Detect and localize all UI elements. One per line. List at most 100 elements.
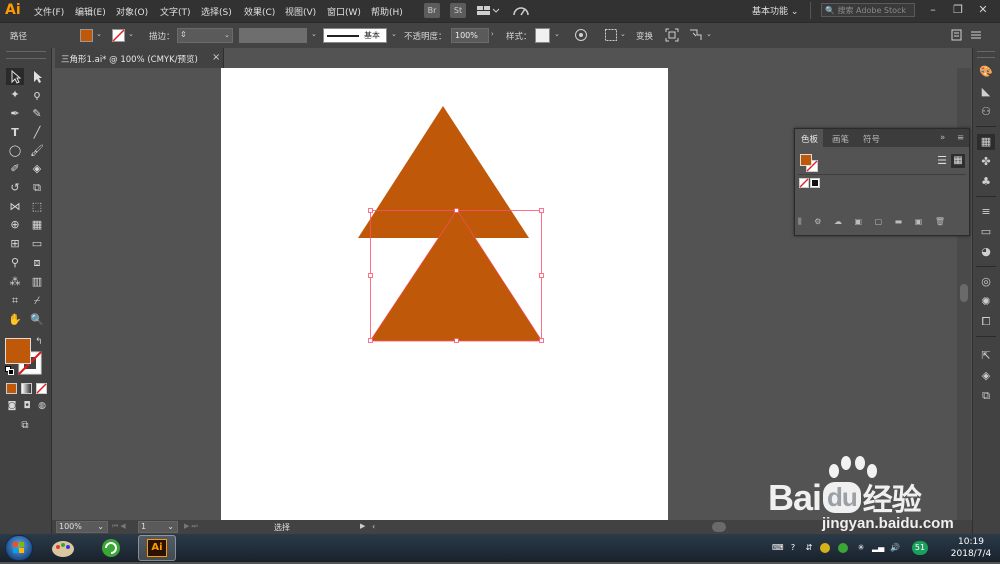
chevron-down-icon[interactable]: ⌄ (391, 30, 397, 38)
artboards-panel-icon[interactable]: ⧉ (977, 388, 995, 404)
menu-effect[interactable]: 效果(C) (244, 5, 275, 18)
tab-symbols[interactable]: 符号 (863, 133, 880, 145)
notification-badge[interactable]: 51 (912, 541, 928, 555)
clock-time[interactable]: 10:19 (947, 537, 995, 547)
recolor-artwork-icon[interactable] (574, 28, 588, 42)
menu-type[interactable]: 文字(T) (160, 5, 191, 18)
direct-selection-tool-icon[interactable] (28, 68, 46, 85)
transform-button[interactable]: 变换 (636, 30, 653, 42)
antivirus-tray-icon[interactable]: ✳ (856, 543, 866, 553)
color-panel-icon[interactable]: 🎨 (977, 64, 995, 80)
zoom-field[interactable]: 100% ⌄ (56, 521, 108, 533)
slice-tool-icon[interactable]: ⌿ (28, 292, 46, 309)
taskbar-360-app[interactable] (92, 535, 130, 561)
keyboard-tray-icon[interactable]: ⌨ (772, 543, 784, 553)
draw-inside-icon[interactable]: ◍ (33, 398, 51, 415)
scrollbar-thumb[interactable] (960, 284, 968, 302)
shape-builder-tool-icon[interactable]: ⊕ (6, 216, 24, 233)
close-window-icon[interactable]: ✕ (972, 2, 994, 18)
pen-tool-icon[interactable]: ✒ (6, 105, 24, 122)
taskbar-paint-app[interactable] (44, 535, 82, 561)
graphic-style-swatch[interactable] (535, 28, 550, 43)
none-mode-button[interactable] (36, 383, 47, 394)
transparency-panel-icon[interactable]: ◕ (977, 244, 995, 260)
bounding-handle[interactable] (368, 273, 373, 278)
menu-select[interactable]: 选择(S) (201, 5, 232, 18)
bridge-button[interactable]: Br (424, 3, 440, 18)
bounding-handle[interactable] (454, 338, 459, 343)
opacity-field[interactable]: 100% (451, 28, 489, 43)
chevron-down-icon[interactable]: ⌄ (224, 31, 230, 39)
shaper-tool-icon[interactable]: ✐ (6, 160, 24, 177)
triangle-top[interactable] (358, 106, 529, 238)
stock-search-input[interactable]: 🔍 搜索 Adobe Stock (821, 3, 915, 17)
clock-date[interactable]: 2018/7/4 (947, 549, 995, 559)
change-screen-mode-icon[interactable]: ⧉ (16, 417, 34, 434)
blend-tool-icon[interactable]: ⧈ (28, 254, 46, 271)
collapse-panel-icon[interactable]: » (940, 133, 945, 143)
swatch-none[interactable] (799, 178, 809, 188)
maximize-icon[interactable]: ❐ (947, 2, 969, 18)
selection-tool-icon[interactable] (6, 68, 24, 85)
swatches-panel-icon[interactable]: ▦ (977, 134, 995, 150)
panel-bottom-toolbar[interactable]: ⫼ ⚙ ☁ ▣ ▢ ▬ ▣ 🗑 (798, 217, 950, 227)
help-tray-icon[interactable]: ? (788, 543, 798, 553)
default-fill-stroke-icon[interactable] (5, 366, 14, 375)
magic-wand-tool-icon[interactable]: ✦ (6, 86, 24, 103)
taskbar-illustrator-app[interactable]: Ai (138, 535, 176, 561)
panel-grip[interactable] (977, 51, 995, 58)
status-menu-icon[interactable]: ▶ (360, 522, 365, 530)
column-graph-tool-icon[interactable]: ▥ (28, 273, 46, 290)
type-tool-icon[interactable]: T (6, 124, 24, 141)
chevron-down-icon[interactable]: ⌄ (97, 522, 104, 532)
zoom-tool-icon[interactable]: 🔍 (28, 311, 46, 328)
transform-options-icon[interactable] (688, 28, 702, 42)
ellipse-tool-icon[interactable]: ◯ (6, 142, 24, 159)
menu-view[interactable]: 视图(V) (285, 5, 316, 18)
paintbrush-tool-icon[interactable]: 🖌 (28, 142, 46, 159)
menu-object[interactable]: 对象(O) (116, 5, 148, 18)
chevron-down-icon[interactable]: ⌄ (128, 30, 134, 38)
brush-definition-field[interactable]: 基本 (323, 28, 387, 43)
bounding-handle[interactable] (539, 273, 544, 278)
eyedropper-tool-icon[interactable]: ⚲ (6, 254, 24, 271)
hand-tool-icon[interactable]: ✋ (6, 311, 24, 328)
artboard-number-field[interactable]: 1 ⌄ (138, 521, 178, 533)
artboard-nav-next[interactable]: ▶⏭ (184, 522, 200, 531)
libraries-icon[interactable]: ⚇ (977, 104, 995, 120)
eraser-tool-icon[interactable]: ◈ (28, 160, 46, 177)
stroke-weight-field[interactable]: ⇕ ⌄ (177, 28, 233, 43)
rotate-tool-icon[interactable]: ↺ (6, 179, 24, 196)
free-transform-tool-icon[interactable]: ⬚ (28, 198, 46, 215)
network-signal-icon[interactable]: ▂▄ (872, 543, 884, 553)
chevron-down-icon[interactable]: ⌄ (554, 30, 560, 38)
chevron-down-icon[interactable]: ⌄ (96, 30, 102, 38)
scale-tool-icon[interactable]: ⧉ (28, 179, 46, 196)
lasso-tool-icon[interactable]: ϙ (28, 86, 46, 103)
artboard[interactable] (221, 68, 668, 521)
graphic-styles-icon[interactable]: ✺ (977, 294, 995, 310)
menu-help[interactable]: 帮助(H) (371, 5, 403, 18)
curvature-tool-icon[interactable]: ✎ (28, 105, 46, 122)
app-tray-icon[interactable] (820, 543, 830, 553)
scroll-left-icon[interactable]: ‹ (372, 522, 375, 531)
gradient-mode-button[interactable] (21, 383, 32, 394)
security-tray-icon[interactable] (838, 543, 848, 553)
swap-fill-stroke-icon[interactable]: ↰ (35, 337, 43, 347)
bounding-handle[interactable] (454, 208, 459, 213)
width-tool-icon[interactable]: ⋈ (6, 198, 24, 215)
artboard-nav-prev[interactable]: ⏮◀ (112, 522, 128, 531)
appearance-panel-icon[interactable]: ◎ (977, 274, 995, 290)
fill-color-box[interactable] (5, 338, 31, 364)
color-mode-button[interactable] (6, 383, 17, 394)
swatch-registration[interactable] (810, 178, 820, 188)
chevron-down-icon[interactable]: ⌄ (311, 30, 317, 38)
input-method-tray-icon[interactable]: ⇵ (804, 543, 814, 553)
menu-edit[interactable]: 编辑(E) (75, 5, 106, 18)
gpu-performance-icon[interactable] (512, 3, 530, 18)
arrange-documents-icon[interactable] (476, 4, 500, 17)
isolate-object-icon[interactable] (665, 28, 679, 42)
tab-swatches[interactable]: 色板 (801, 133, 818, 145)
variable-width-profile[interactable] (239, 28, 307, 43)
document-tab[interactable]: 三角形1.ai* @ 100% (CMYK/预览) × (55, 48, 224, 68)
